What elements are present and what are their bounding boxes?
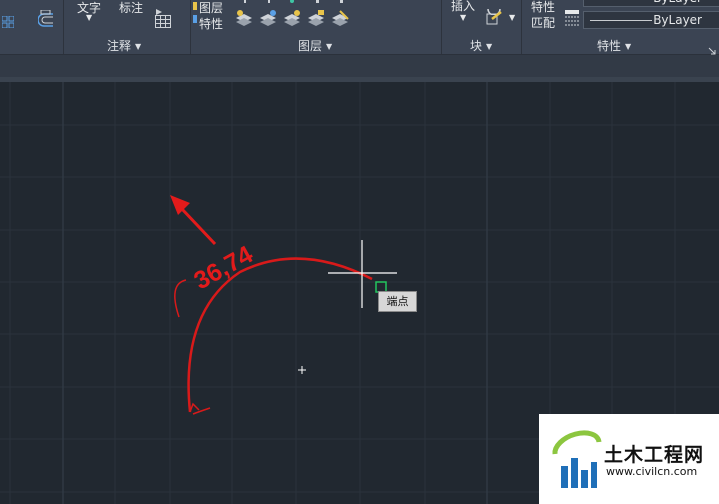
arc-start-hook: [174, 279, 187, 318]
linetype-preview: [590, 20, 652, 21]
array-icon[interactable]: [1, 13, 15, 29]
chevron-down-icon: ▼: [326, 42, 333, 51]
major-grid: [62, 82, 488, 504]
panel-separator: [521, 0, 522, 54]
layer-off-icon: [260, 10, 276, 26]
block-dropdown-icon[interactable]: ▼: [509, 13, 515, 22]
panel-separator: [441, 0, 442, 54]
arc-trail: [189, 402, 200, 413]
watermark: 土木工程网 www.civilcn.com: [539, 414, 719, 504]
watermark-url: www.civilcn.com: [606, 465, 698, 478]
panel-separator: [190, 0, 191, 54]
match-properties-label-1[interactable]: 特性: [531, 0, 555, 15]
insert-dropdown-icon[interactable]: ▼: [460, 13, 466, 22]
layer-freeze-icon: [284, 10, 300, 26]
arc-end-tail: [192, 407, 211, 415]
layer-isolate-icon: [236, 10, 252, 26]
file-tab-bar: [0, 55, 719, 77]
block-attribute-icon[interactable]: [486, 11, 504, 27]
block-panel-title[interactable]: 块 ▼: [470, 37, 492, 54]
snap-tooltip: 端点: [378, 291, 417, 312]
panel-separator: [63, 0, 64, 54]
leader-icon[interactable]: [156, 0, 164, 15]
color-dropdown[interactable]: ByLayer: [583, 0, 719, 7]
linetype-dropdown[interactable]: ByLayer: [583, 11, 719, 29]
lineweight-icon: [565, 13, 579, 26]
layers-panel-title[interactable]: 图层 ▼: [298, 37, 332, 54]
layer-properties-label-2[interactable]: 特性: [199, 15, 223, 32]
watermark-title: 土木工程网: [604, 444, 705, 466]
match-properties-label-2[interactable]: 匹配: [531, 14, 555, 31]
annotation-panel-title-text: 注释: [107, 39, 132, 53]
layer-match-icon: [332, 10, 349, 26]
layer-properties-label-1[interactable]: 图层: [199, 0, 223, 16]
color-value: ByLayer: [653, 0, 702, 6]
dimension-button[interactable]: 标注: [119, 0, 143, 16]
chevron-down-icon: ▼: [486, 42, 493, 51]
table-icon[interactable]: [155, 13, 171, 28]
copy-icon[interactable]: [40, 0, 52, 15]
linetype-value: ByLayer: [653, 13, 702, 27]
annotation-panel-title[interactable]: 注释 ▼: [107, 37, 141, 54]
text-dropdown-icon[interactable]: ▼: [86, 13, 92, 22]
color-swatch-icon: [565, 0, 579, 14]
layer-lock-icon: [308, 10, 324, 26]
small-status-icons: [244, 0, 343, 3]
block-panel-title-text: 块: [470, 39, 483, 53]
properties-panel-title[interactable]: 特性 ▼: [597, 37, 631, 54]
center-mark: [298, 366, 306, 374]
panel-launcher-icon[interactable]: [708, 40, 716, 55]
layers-panel-title-text: 图层: [298, 39, 323, 53]
ribbon: 文字 ▼ 标注 注释▼ 图层 特性 图层▼ 插入 ▼ ▼ 块▼ 特性 匹配: [0, 0, 719, 55]
edit-block-icon[interactable]: [486, 0, 502, 16]
chevron-down-icon: ▼: [625, 42, 632, 51]
annotation-arrow: [170, 195, 217, 246]
chevron-down-icon: ▼: [135, 42, 142, 51]
properties-panel-title-text: 特性: [597, 39, 622, 53]
layer-tools-icons: [234, 0, 354, 30]
insert-button[interactable]: 插入: [451, 0, 475, 14]
watermark-logo: [552, 430, 602, 488]
